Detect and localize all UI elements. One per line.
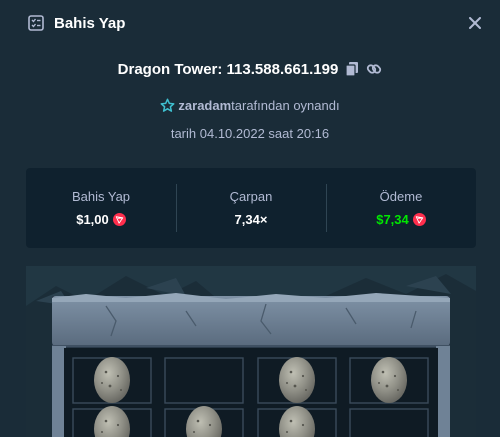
modal-title: Bahis Yap	[54, 14, 126, 32]
payout-label: Ödeme	[379, 189, 423, 204]
multiplier-stat: Çarpan 7,34×	[176, 168, 326, 248]
played-by-label: tarafından oynandı	[231, 97, 340, 113]
star-icon	[160, 98, 175, 113]
multiplier-value: 7,34×	[234, 212, 268, 227]
bet-stats-panel: Bahis Yap $1,00 Çarpan 7,34× Ödeme $7,34	[26, 168, 476, 248]
bet-amount-label: Bahis Yap	[71, 189, 131, 204]
bet-amount-row: $1,00	[76, 212, 126, 227]
modal-header: Bahis Yap	[0, 0, 500, 46]
player-line: zaradam tarafından oynandı	[0, 96, 500, 114]
payout-row: $7,34	[376, 212, 426, 227]
link-icon[interactable]	[366, 61, 382, 77]
tron-icon	[412, 213, 426, 226]
egg-icon	[94, 357, 130, 403]
bet-slip-icon	[28, 15, 44, 31]
egg-icon	[279, 357, 315, 403]
bet-amount-stat: Bahis Yap $1,00	[26, 168, 176, 248]
game-date: tarih 04.10.2022 saat 20:16	[170, 126, 330, 141]
dragon-tower-board	[26, 266, 476, 437]
game-title: Dragon Tower: 113.588.661.199	[117, 60, 339, 78]
game-id-line: Dragon Tower: 113.588.661.199	[0, 58, 500, 80]
tower-illustration	[26, 266, 476, 437]
payout-value: $7,34	[376, 212, 409, 227]
bet-amount-value: $1,00	[76, 212, 109, 227]
tron-icon	[112, 213, 126, 226]
payout-stat: Ödeme $7,34	[326, 168, 476, 248]
copy-icon[interactable]	[344, 61, 360, 77]
egg-icon	[371, 357, 407, 403]
close-icon[interactable]	[466, 14, 484, 32]
player-name-link[interactable]: zaradam	[178, 98, 231, 113]
multiplier-label: Çarpan	[229, 189, 273, 204]
